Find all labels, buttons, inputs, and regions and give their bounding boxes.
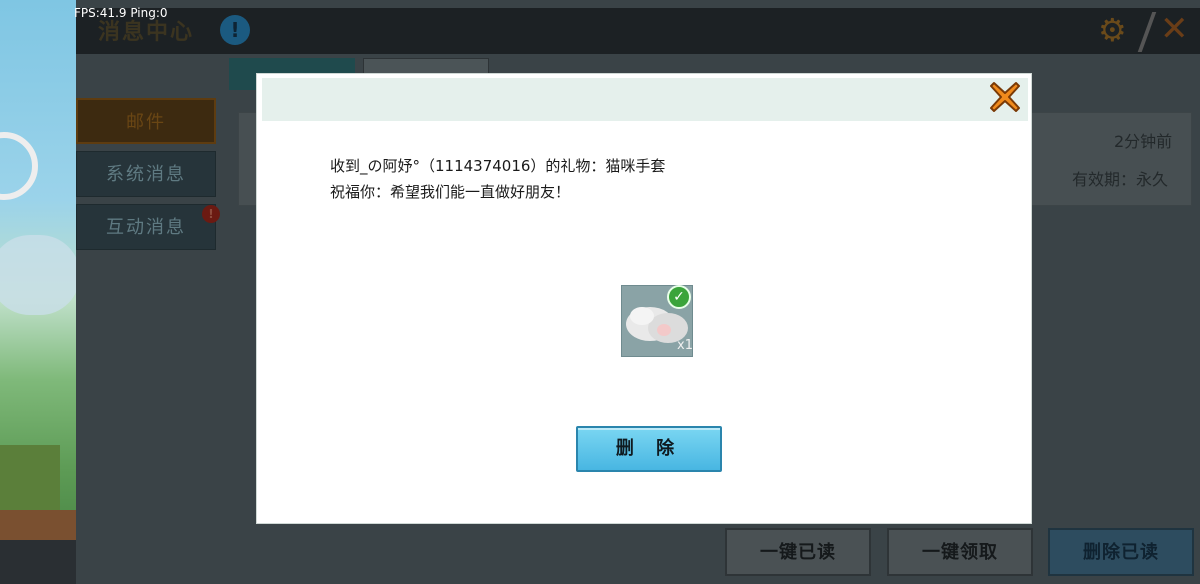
read-all-button[interactable]: 一键已读 [725,528,871,576]
notification-badge: ! [202,205,220,223]
close-icon[interactable] [988,80,1022,114]
cloud-shape [0,235,78,315]
check-icon: ✓ [667,285,691,309]
collect-all-button[interactable]: 一键领取 [887,528,1033,576]
gift-message: 收到_の阿妤°（1114374016）的礼物：猫咪手套 [330,157,666,175]
fps-ping-overlay: FPS:41.9 Ping:0 [74,6,168,20]
mail-validity: 有效期：永久 [1072,170,1169,189]
close-icon[interactable]: ✕ [1160,10,1189,48]
grass-block [0,445,60,515]
game-scene-background [0,0,78,584]
ring-shape [0,132,38,200]
sidebar-item-system-messages[interactable]: 系统消息 [76,151,216,197]
info-icon[interactable]: ! [220,15,250,45]
sidebar-item-mail[interactable]: 邮件 [76,98,216,144]
sidebar-item-interaction-messages[interactable]: 互动消息 [76,204,216,250]
blessing-message: 祝福你：希望我们能一直做好朋友！ [330,183,571,201]
mail-time: 2分钟前 [1114,132,1173,151]
gear-icon[interactable]: ⚙ [1098,12,1127,48]
delete-read-button[interactable]: 删除已读 [1048,528,1194,576]
delete-button[interactable]: 删 除 [576,426,722,472]
scene-shadow [0,540,78,584]
dirt-block [0,510,78,540]
item-quantity: x1 [677,338,693,353]
dialog-header [262,78,1028,121]
